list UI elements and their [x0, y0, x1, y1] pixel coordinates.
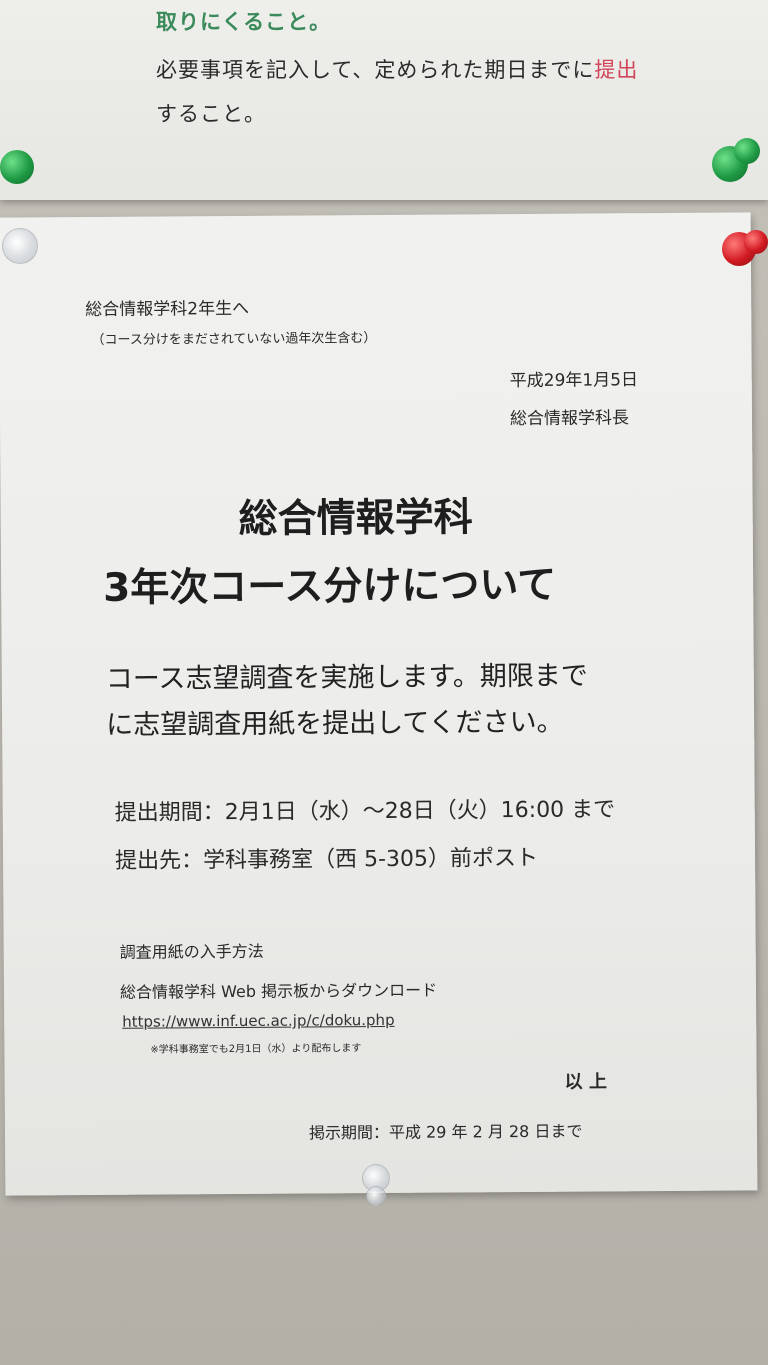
green-pushpin-right-head — [734, 138, 760, 164]
posting-period: 掲示期間：平成 29 年 2 月 28 日まで — [308, 1121, 583, 1143]
top-notice-line-2-text: 必要事項を記入して、定められた期日までに — [156, 58, 595, 82]
footnote: ※学科事務室でも2月1日（水）より配布します — [150, 1043, 362, 1056]
download-url: https://www.inf.uec.ac.jp/c/doku.php — [122, 1010, 395, 1031]
green-pushpin-left — [0, 150, 34, 184]
notice-body-line-2: に志望調査用紙を提出してください。 — [106, 706, 564, 741]
submission-period: 提出期間：2月1日（水）～28日（火）16:00 まで — [114, 797, 616, 826]
clear-pushpin-top-left — [2, 228, 38, 264]
closing-mark: 以 上 — [564, 1071, 607, 1093]
addressee: 総合情報学科2年生へ — [85, 298, 250, 321]
top-notice-line-2: 必要事項を記入して、定められた期日までに提出 — [156, 54, 638, 84]
course-notice-paper: 総合情報学科2年生へ （コース分けをまだされていない過年次生含む） 平成29年1… — [0, 212, 758, 1196]
addressee-note: （コース分けをまだされていない過年次生含む） — [91, 331, 377, 348]
top-notice-line-1: 取りにくること。 — [156, 10, 332, 34]
notice-title-line-2: 3年次コース分けについて — [103, 562, 557, 611]
issue-date: 平成29年1月5日 — [509, 370, 639, 392]
clear-pushpin-bottom-head — [366, 1186, 386, 1206]
submission-destination: 提出先：学科事務室（西 5-305）前ポスト — [115, 845, 539, 874]
howto-heading: 調査用紙の入手方法 — [119, 941, 264, 962]
issuer: 総合情報学科長 — [509, 408, 630, 430]
howto-text: 総合情報学科 Web 掲示板からダウンロード — [119, 980, 438, 1002]
notice-title-line-1: 総合情報学科 — [238, 495, 473, 542]
notice-body-line-1: コース志望調査を実施します。期限まで — [105, 660, 588, 695]
top-notice-paper: 取りにくること。 必要事項を記入して、定められた期日までに提出 すること。 — [0, 0, 768, 200]
top-notice-highlight: 提出 — [594, 58, 639, 82]
top-notice-line-3: すること。 — [156, 102, 266, 126]
red-pushpin-head — [744, 230, 768, 254]
